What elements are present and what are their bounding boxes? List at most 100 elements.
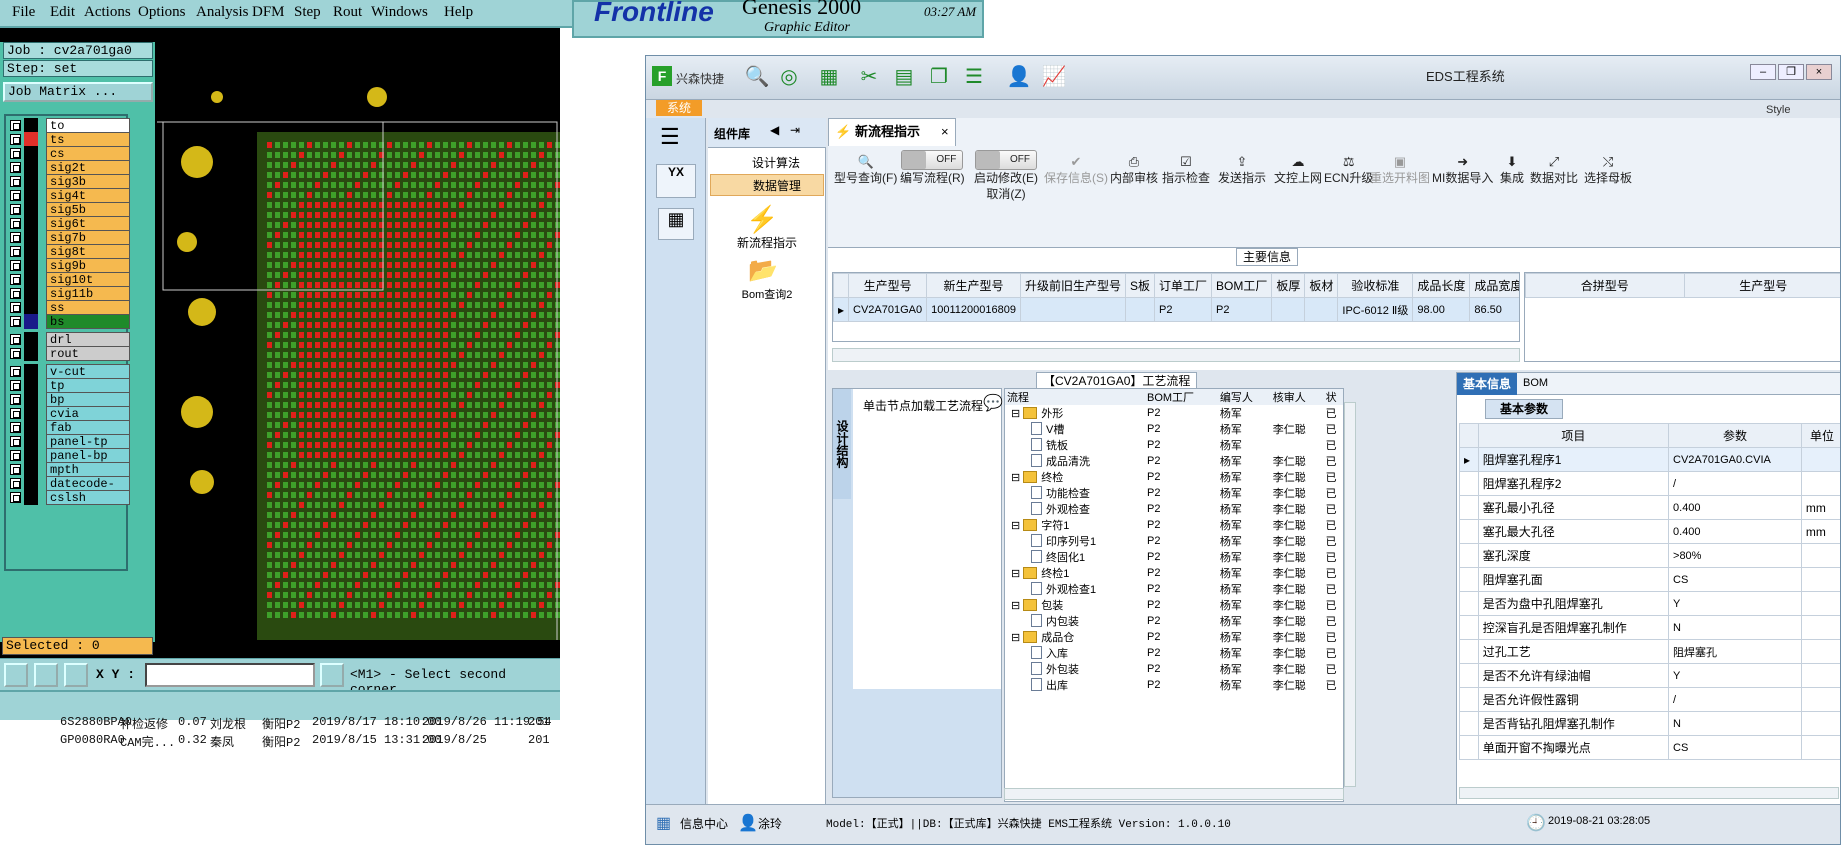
- basic-value[interactable]: 0.400: [1668, 519, 1802, 544]
- process-row[interactable]: 印序列号1 P2 杨军 李仁聪已: [1005, 533, 1343, 549]
- layer-checkbox[interactable]: [10, 190, 21, 201]
- layer-row[interactable]: sig10t: [8, 272, 130, 287]
- layer-affected-marker[interactable]: [24, 448, 38, 463]
- process-row[interactable]: ⊟ 成品仓 P2 杨军 李仁聪已: [1005, 629, 1343, 645]
- layer-affected-marker[interactable]: [24, 420, 38, 435]
- film-icon[interactable]: ▤: [891, 64, 917, 90]
- layer-checkbox[interactable]: [10, 450, 21, 461]
- design-structure-tab[interactable]: 设计结构: [833, 389, 851, 499]
- ribbon-button[interactable]: ⤢ 数据对比: [1530, 154, 1578, 186]
- main-info-row[interactable]: ▸ CV2A701GA0 10011200016809 P2 P2 IPC-6012 Ⅱ级…: [833, 297, 1519, 322]
- layer-affected-marker[interactable]: [24, 314, 38, 329]
- process-node[interactable]: 外包装: [1005, 661, 1145, 677]
- layer-row[interactable]: mpth: [8, 462, 130, 477]
- layer-row[interactable]: ss: [8, 300, 130, 315]
- layer-row[interactable]: to: [8, 118, 130, 133]
- grid-icon[interactable]: [64, 663, 88, 687]
- layer-affected-marker[interactable]: [24, 160, 38, 175]
- layer-name[interactable]: cvia: [46, 406, 130, 421]
- layer-affected-marker[interactable]: [24, 118, 38, 133]
- menu-options[interactable]: Options: [138, 4, 186, 21]
- process-row[interactable]: 入库 P2 杨军 李仁聪已: [1005, 645, 1343, 661]
- layer-checkbox[interactable]: [10, 134, 21, 145]
- layer-row[interactable]: panel-tp: [8, 434, 130, 449]
- layer-name[interactable]: mpth: [46, 462, 130, 477]
- layer-row[interactable]: fab: [8, 420, 130, 435]
- layer-affected-marker[interactable]: [24, 392, 38, 407]
- close-icon[interactable]: ×: [1806, 64, 1832, 80]
- measure-icon[interactable]: [34, 663, 58, 687]
- tool-bom-query[interactable]: Bom查询2: [708, 286, 826, 302]
- basic-row[interactable]: 过孔工艺 阻焊塞孔: [1459, 639, 1840, 664]
- process-node[interactable]: 印序列号1: [1005, 533, 1145, 549]
- layer-checkbox[interactable]: [10, 348, 21, 359]
- layer-row[interactable]: tp: [8, 378, 130, 393]
- layer-checkbox[interactable]: [10, 302, 21, 313]
- basic-row[interactable]: ▸ 阻焊塞孔程序1 CV2A701GA0.CVIA: [1459, 447, 1840, 472]
- ribbon-button[interactable]: 🔍 型号查询(F): [834, 154, 897, 186]
- ribbon-button[interactable]: ⤭ 选择母板: [1584, 154, 1632, 186]
- process-row[interactable]: ⊟ 终检1 P2 杨军 李仁聪已: [1005, 565, 1343, 581]
- copy-icon[interactable]: ❐: [926, 64, 952, 90]
- process-node[interactable]: 入库: [1005, 645, 1145, 661]
- layer-checkbox[interactable]: [10, 274, 21, 285]
- process-row[interactable]: 出库 P2 杨军 李仁聪已: [1005, 677, 1343, 693]
- expand-icon[interactable]: ⊟: [1011, 472, 1023, 484]
- layer-row[interactable]: cs: [8, 146, 130, 161]
- expand-icon[interactable]: ⊟: [1011, 600, 1023, 612]
- layer-row[interactable]: sig6t: [8, 216, 130, 231]
- layer-name[interactable]: sig9b: [46, 258, 130, 273]
- layer-checkbox[interactable]: [10, 394, 21, 405]
- layer-row[interactable]: cslsh: [8, 490, 130, 505]
- basic-value[interactable]: CS: [1668, 567, 1802, 592]
- toggle-switch[interactable]: OFF: [901, 150, 964, 170]
- layer-checkbox[interactable]: [10, 176, 21, 187]
- layer-checkbox[interactable]: [10, 422, 21, 433]
- menu-edit[interactable]: Edit: [50, 4, 75, 21]
- layer-name[interactable]: sig8t: [46, 244, 130, 259]
- menu-dfm[interactable]: DFM: [252, 4, 285, 21]
- layer-affected-marker[interactable]: [24, 230, 38, 245]
- process-node[interactable]: ⊟ 包装: [1005, 597, 1145, 613]
- ribbon-button[interactable]: ⇪ 发送指示: [1218, 154, 1266, 186]
- basic-row[interactable]: 是否为盘中孔阻焊塞孔 Y: [1459, 591, 1840, 616]
- layer-affected-marker[interactable]: [24, 202, 38, 217]
- process-node[interactable]: 成品清洗: [1005, 453, 1145, 469]
- layer-affected-marker[interactable]: [24, 332, 38, 347]
- process-row[interactable]: ⊟ 外形 P2 杨军已: [1005, 405, 1343, 421]
- prev-arrow-icon[interactable]: ◀: [770, 123, 779, 137]
- basic-row[interactable]: 是否允许假性露铜 /: [1459, 687, 1840, 712]
- minimize-icon[interactable]: –: [1750, 64, 1776, 80]
- layer-affected-marker[interactable]: [24, 406, 38, 421]
- process-row[interactable]: 铣板 P2 杨军已: [1005, 437, 1343, 453]
- layer-checkbox[interactable]: [10, 478, 21, 489]
- layer-checkbox[interactable]: [10, 408, 21, 419]
- tab-basic-params[interactable]: 基本参数: [1485, 399, 1563, 419]
- layer-name[interactable]: panel-bp: [46, 448, 130, 463]
- info-center-link[interactable]: 信息中心: [680, 815, 728, 832]
- ribbon-button[interactable]: ☁ 文控上网: [1274, 154, 1322, 186]
- scissors-icon[interactable]: ✂: [856, 64, 882, 90]
- basic-value[interactable]: /: [1668, 687, 1802, 712]
- layer-checkbox[interactable]: [10, 232, 21, 243]
- process-node[interactable]: 功能检查: [1005, 485, 1145, 501]
- layer-name[interactable]: sig3b: [46, 174, 130, 189]
- process-node[interactable]: 铣板: [1005, 437, 1145, 453]
- menu-file[interactable]: File: [12, 4, 35, 21]
- menu-actions[interactable]: Actions: [84, 4, 131, 21]
- tab-new-flow[interactable]: ⚡ 新流程指示 ×: [828, 118, 956, 146]
- basic-value[interactable]: >80%: [1668, 543, 1802, 568]
- basic-row[interactable]: 是否背钻孔阻焊塞孔制作 N: [1459, 711, 1840, 736]
- process-row[interactable]: 外观检查1 P2 杨军 李仁聪已: [1005, 581, 1343, 597]
- layer-row[interactable]: sig8t: [8, 244, 130, 259]
- layer-checkbox[interactable]: [10, 260, 21, 271]
- layer-row[interactable]: sig2t: [8, 160, 130, 175]
- layer-affected-marker[interactable]: [24, 216, 38, 231]
- basic-row[interactable]: 塞孔最小孔径 0.400 mm: [1459, 495, 1840, 520]
- yx-module-icon[interactable]: YX: [656, 164, 696, 198]
- list-icon[interactable]: ☰: [961, 64, 987, 90]
- layer-name[interactable]: panel-tp: [46, 434, 130, 449]
- process-row[interactable]: 终固化1 P2 杨军 李仁聪已: [1005, 549, 1343, 565]
- layer-name[interactable]: datecode-pto: [46, 476, 130, 506]
- layer-affected-marker[interactable]: [24, 272, 38, 287]
